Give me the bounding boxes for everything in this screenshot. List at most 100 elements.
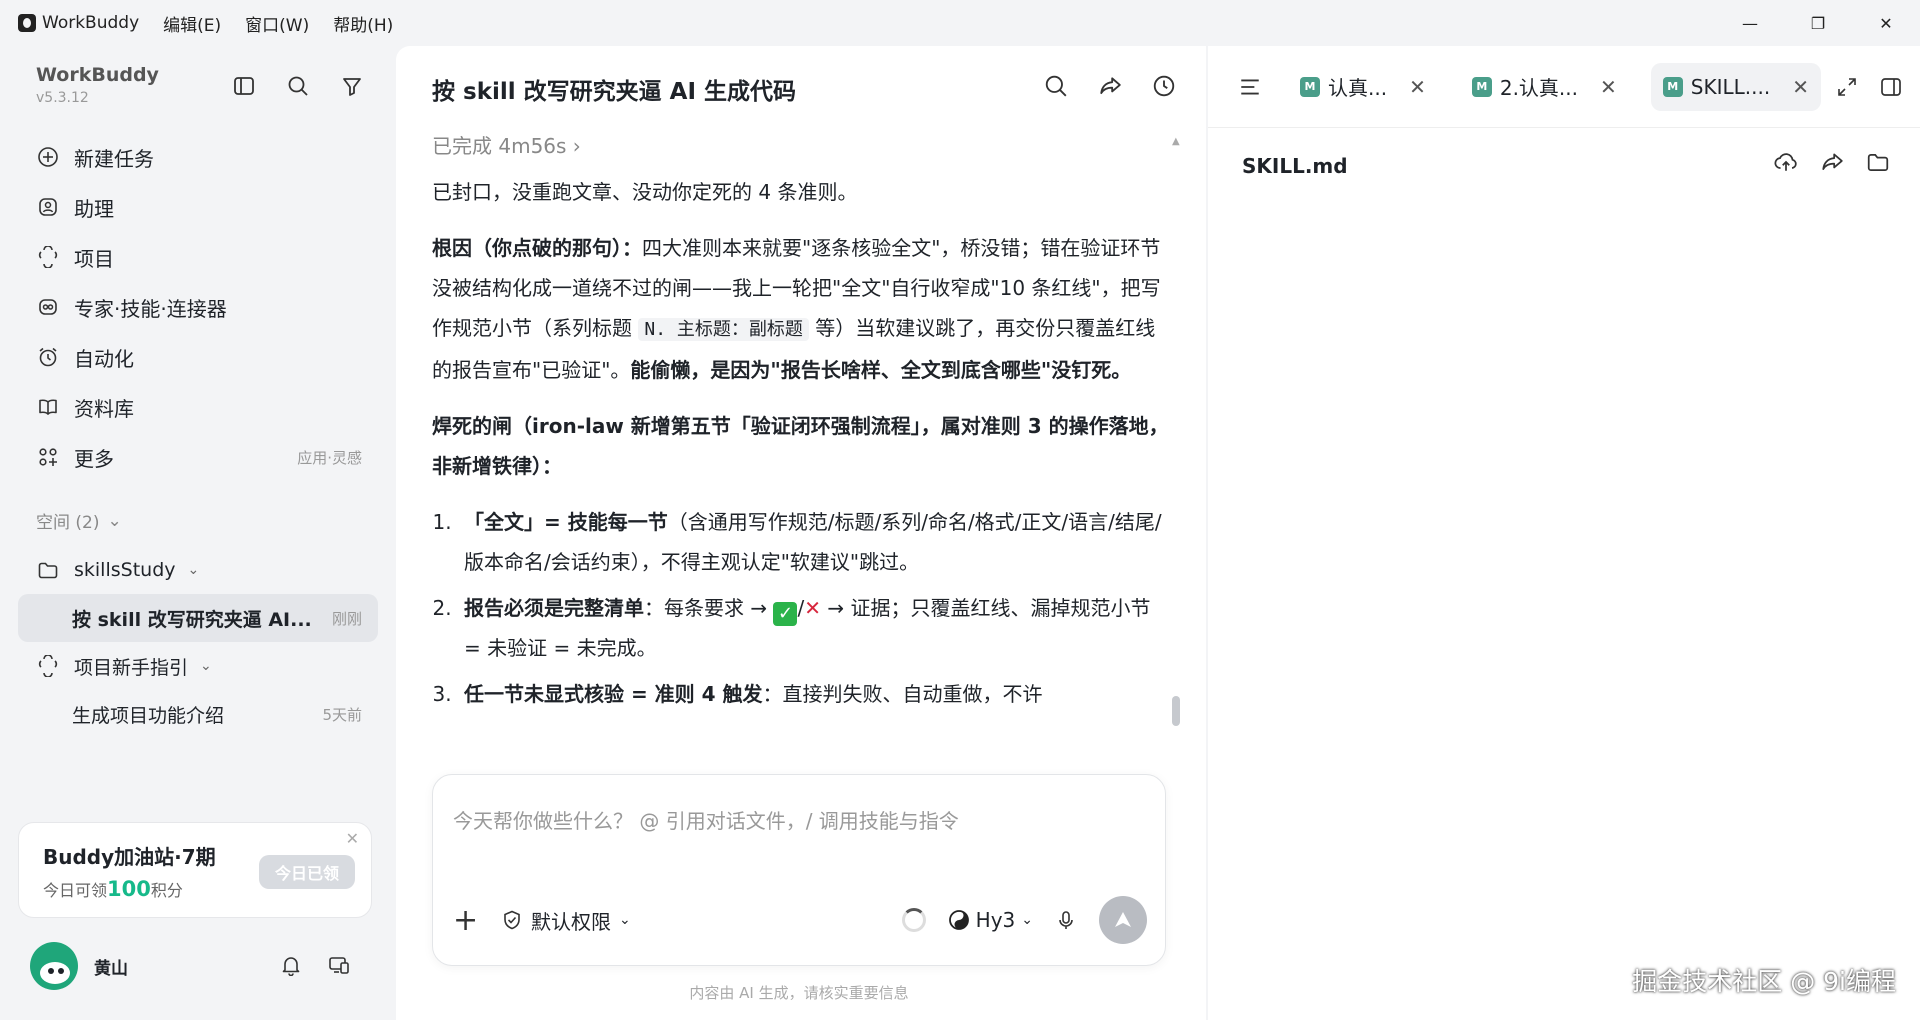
sidebar-item-label: 资料库	[74, 396, 134, 421]
devices-icon[interactable]	[328, 954, 350, 976]
history-icon[interactable]	[1148, 70, 1180, 102]
sidebar-item-library[interactable]: 资料库	[18, 382, 378, 432]
chat-input-box[interactable]: 今天帮你做些什么？ @ 引用对话文件，/ 调用技能与指令 + 默认权限 ⌄ Hy…	[432, 774, 1166, 966]
grid-icon	[36, 445, 60, 469]
scroll-up-icon[interactable]: ▲	[1172, 136, 1180, 147]
permission-select[interactable]: 默认权限 ⌄	[501, 906, 631, 935]
close-icon[interactable]: ✕	[346, 829, 359, 848]
sidebar-header: WorkBuddy v5.3.12	[36, 64, 159, 106]
shield-check-icon	[501, 909, 523, 931]
task-label: 生成项目功能介绍	[72, 704, 225, 727]
check-mark-icon: ✓	[773, 602, 798, 626]
menu-window[interactable]: 窗口(W)	[245, 11, 309, 36]
share-icon[interactable]	[1094, 70, 1126, 102]
user-profile[interactable]: 黄山	[30, 942, 128, 990]
close-icon[interactable]: ✕	[1409, 75, 1426, 99]
sidebar-item-label: 自动化	[74, 346, 134, 371]
minimize-button[interactable]: —	[1716, 0, 1784, 46]
chevron-down-icon: ⌄	[1021, 912, 1033, 928]
maximize-button[interactable]: ❐	[1784, 0, 1852, 46]
panel-tools	[1836, 76, 1902, 98]
sidebar-item-more[interactable]: 更多 应用·灵感	[18, 432, 378, 482]
chat-messages: 已完成 4m56s › 已封口，没重跑文章、没动你定死的 4 条准则。 根因（你…	[432, 126, 1172, 806]
send-button[interactable]	[1099, 896, 1147, 944]
sidebar-item-label: 新建任务	[74, 146, 154, 171]
microphone-icon[interactable]	[1055, 909, 1077, 931]
expand-icon[interactable]	[1836, 76, 1858, 98]
filter-icon[interactable]	[336, 70, 368, 102]
folder-skills-study[interactable]: skillsStudy ⌄	[18, 546, 378, 594]
assistant-icon	[36, 195, 60, 219]
menu-list-icon[interactable]	[1234, 71, 1266, 103]
text-span: ：每条要求 →	[644, 596, 774, 620]
task-item[interactable]: 生成项目功能介绍 5天前	[18, 690, 378, 738]
upload-cloud-icon[interactable]	[1774, 150, 1798, 174]
chat-input[interactable]: 今天帮你做些什么？ @ 引用对话文件，/ 调用技能与指令	[453, 805, 959, 834]
toggle-sidebar-icon[interactable]	[228, 70, 260, 102]
permission-label: 默认权限	[531, 909, 611, 934]
toggle-panel-icon[interactable]	[1880, 76, 1902, 98]
sidebar-item-assistant[interactable]: 助理	[18, 182, 378, 232]
app-version: v5.3.12	[36, 90, 89, 106]
task-time: 刚刚	[331, 609, 362, 628]
claim-button[interactable]: 今日已领	[259, 855, 355, 889]
sidebar-item-label: 专家·技能·连接器	[74, 296, 227, 321]
message-paragraph: 根因（你点破的那句）：四大准则本来就要"逐条核验全文"，桥没错；错在验证环节没被…	[432, 228, 1172, 390]
sidebar-item-automation[interactable]: 自动化	[18, 332, 378, 382]
tab-label: 认真...	[1328, 76, 1388, 100]
window-controls: — ❐ ✕	[1716, 0, 1920, 46]
model-select[interactable]: Hy3 ⌄	[948, 908, 1033, 932]
chevron-down-icon: ⌄	[187, 562, 200, 578]
close-window-button[interactable]: ✕	[1852, 0, 1920, 46]
completion-label: 已完成 4m56s	[432, 134, 567, 158]
add-attachment-button[interactable]: +	[453, 903, 485, 938]
bell-icon[interactable]	[280, 954, 302, 976]
folder-open-icon[interactable]	[1866, 150, 1890, 174]
tab-file-1[interactable]: M 认真... ✕	[1288, 63, 1438, 111]
input-right-tools: Hy3 ⌄	[901, 896, 1147, 944]
menu-edit[interactable]: 编辑(E)	[163, 11, 221, 36]
task-item-active[interactable]: 按 skill 改写研究夹逼 AI... 刚刚	[18, 594, 378, 642]
chat-scrollbar[interactable]: ▲	[1172, 136, 1180, 766]
loading-spinner-icon	[901, 908, 926, 932]
sidebar-item-new-task[interactable]: 新建任务	[18, 132, 378, 182]
list-item: 「全文」= 技能每一节（含通用写作规范/标题/系列/命名/格式/正文/语言/结尾…	[458, 502, 1172, 582]
book-icon	[36, 395, 60, 419]
file-tabs: M 认真... ✕ M 2.认真... ✕ M SKILL.... ✕	[1208, 46, 1920, 128]
sidebar-item-label: 项目	[74, 246, 114, 271]
message-paragraph: 已封口，没重跑文章、没动你定死的 4 条准则。	[432, 180, 858, 204]
sidebar-title: WorkBuddy	[36, 64, 159, 86]
file-tools	[1774, 150, 1890, 174]
folder-onboarding[interactable]: 项目新手指引 ⌄	[18, 642, 378, 690]
chevron-down-icon: ⌄	[200, 658, 212, 674]
promo-card[interactable]: Buddy加油站·7期 今日可领100积分 今日已领 ✕	[18, 822, 372, 918]
space-section-toggle[interactable]: 空间 (2) ⌄	[36, 508, 122, 534]
share-icon[interactable]	[1820, 150, 1844, 174]
sidebar-item-projects[interactable]: 项目	[18, 232, 378, 282]
scroll-thumb[interactable]	[1172, 696, 1180, 726]
message-list: 「全文」= 技能每一节（含通用写作规范/标题/系列/命名/格式/正文/语言/结尾…	[432, 502, 1172, 714]
promo-title: Buddy加油站·7期	[43, 845, 216, 869]
close-icon[interactable]: ✕	[1600, 75, 1617, 99]
connector-icon	[36, 295, 60, 319]
watermark: 掘金技术社区 @ 9i编程	[1632, 967, 1896, 996]
model-label: Hy3	[975, 908, 1016, 932]
menu-help[interactable]: 帮助(H)	[333, 11, 393, 36]
completion-status[interactable]: 已完成 4m56s ›	[432, 126, 1172, 166]
tab-file-2[interactable]: M 2.认真... ✕	[1460, 63, 1629, 111]
chevron-down-icon: ⌄	[619, 912, 631, 928]
tab-label: 2.认真...	[1499, 76, 1578, 100]
bold-text: 报告必须是完整清单	[464, 596, 644, 620]
bold-text: 「全文」= 技能每一节	[464, 510, 668, 534]
tab-file-3[interactable]: M SKILL.... ✕	[1650, 62, 1821, 111]
sidebar-nav: 新建任务 助理 项目 专家·技能·连接器 自动化 资料库 更多 应用·灵感	[18, 132, 378, 482]
search-icon[interactable]	[282, 70, 314, 102]
close-icon[interactable]: ✕	[1792, 75, 1809, 99]
space-label: 空间 (2)	[36, 513, 100, 533]
file-name: SKILL.md	[1242, 154, 1348, 178]
sidebar-item-experts[interactable]: 专家·技能·连接器	[18, 282, 378, 332]
more-hint: 应用·灵感	[297, 448, 362, 467]
search-icon[interactable]	[1040, 70, 1072, 102]
project-tree: skillsStudy ⌄ 按 skill 改写研究夹逼 AI... 刚刚 项目…	[18, 546, 378, 738]
folder-icon	[36, 558, 60, 582]
